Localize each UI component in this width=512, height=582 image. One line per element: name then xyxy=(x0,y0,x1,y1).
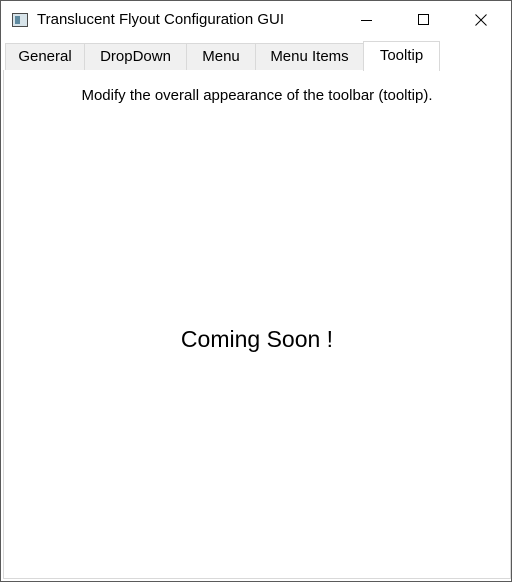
title-bar[interactable]: Translucent Flyout Configuration GUI xyxy=(1,1,511,39)
tab-menu-items[interactable]: Menu Items xyxy=(255,43,364,70)
close-button[interactable] xyxy=(453,1,511,39)
minimize-icon xyxy=(361,20,372,21)
close-icon xyxy=(475,14,487,26)
app-window: Translucent Flyout Configuration GUI Gen… xyxy=(0,0,512,582)
tab-panel-tooltip: Modify the overall appearance of the too… xyxy=(3,70,511,579)
tab-general[interactable]: General xyxy=(5,43,85,70)
minimize-button[interactable] xyxy=(338,1,396,39)
page-description: Modify the overall appearance of the too… xyxy=(81,87,433,104)
tab-tooltip[interactable]: Tooltip xyxy=(363,41,440,71)
coming-soon-label: Coming Soon ! xyxy=(180,326,334,352)
window-title: Translucent Flyout Configuration GUI xyxy=(37,11,285,28)
app-window-icon xyxy=(12,13,28,27)
tab-strip: General DropDown Menu Menu Items Tooltip xyxy=(3,41,510,71)
tab-dropdown[interactable]: DropDown xyxy=(84,43,187,70)
maximize-button[interactable] xyxy=(395,1,453,39)
maximize-icon xyxy=(418,14,429,25)
tab-menu[interactable]: Menu xyxy=(186,43,256,70)
